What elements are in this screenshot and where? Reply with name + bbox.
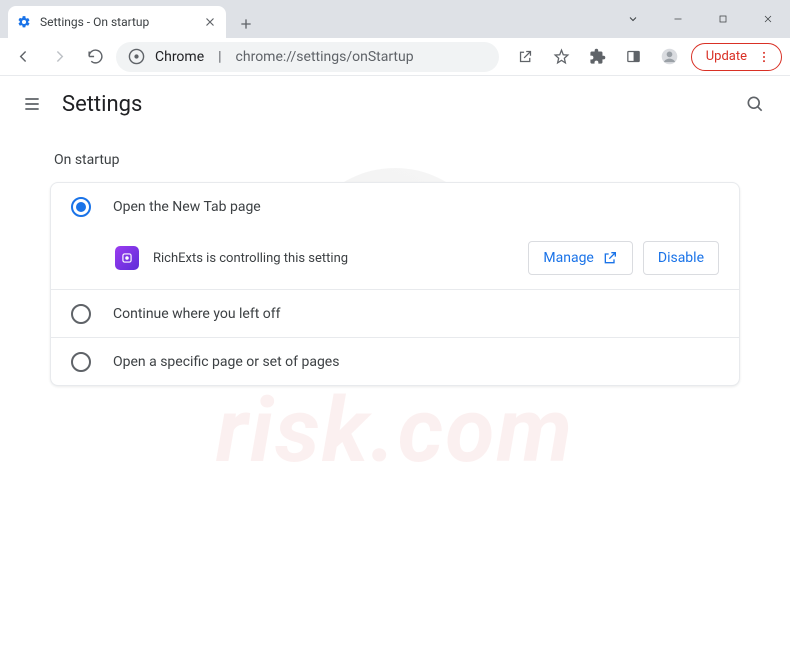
omnibox-separator: | [218, 49, 221, 65]
tab-title: Settings - On startup [40, 15, 194, 29]
menu-dots-icon [757, 50, 771, 64]
extensions-icon[interactable] [583, 42, 613, 72]
omnibox-path: chrome://settings/onStartup [236, 49, 414, 65]
new-tab-button[interactable] [232, 10, 260, 38]
option-continue[interactable]: Continue where you left off [51, 289, 739, 337]
disable-label: Disable [658, 250, 704, 266]
option-label: Continue where you left off [113, 306, 281, 322]
minimize-button[interactable] [655, 4, 700, 34]
reload-button[interactable] [80, 42, 110, 72]
disable-button[interactable]: Disable [643, 241, 719, 275]
settings-header: Settings [0, 76, 790, 132]
extension-app-icon [115, 246, 139, 270]
window-titlebar: Settings - On startup [0, 0, 790, 38]
option-new-tab[interactable]: Open the New Tab page [51, 183, 739, 231]
update-button[interactable]: Update [691, 43, 782, 71]
back-button[interactable] [8, 42, 38, 72]
side-panel-icon[interactable] [619, 42, 649, 72]
maximize-button[interactable] [700, 4, 745, 34]
page-title: Settings [62, 92, 142, 117]
settings-content: On startup Open the New Tab page RichExt… [0, 132, 790, 406]
section-title: On startup [50, 152, 740, 168]
omnibox-host: Chrome [155, 49, 204, 65]
startup-options-card: Open the New Tab page RichExts is contro… [50, 182, 740, 386]
controller-message: RichExts is controlling this setting [153, 251, 514, 266]
gear-icon [16, 14, 32, 30]
forward-button[interactable] [44, 42, 74, 72]
manage-button[interactable]: Manage [528, 241, 632, 275]
update-label: Update [706, 49, 747, 64]
close-tab-button[interactable] [202, 14, 218, 30]
site-info-icon[interactable] [128, 48, 145, 65]
radio-icon[interactable] [71, 304, 91, 324]
window-controls [610, 0, 790, 38]
option-specific-pages[interactable]: Open a specific page or set of pages [51, 337, 739, 385]
radio-selected-icon[interactable] [71, 197, 91, 217]
tab-search-button[interactable] [610, 4, 655, 34]
profile-icon[interactable] [655, 42, 685, 72]
address-bar[interactable]: Chrome | chrome://settings/onStartup [116, 42, 499, 72]
browser-tab[interactable]: Settings - On startup [8, 6, 226, 38]
extension-controller-notice: RichExts is controlling this setting Man… [51, 231, 739, 289]
manage-label: Manage [543, 250, 593, 266]
external-link-icon [602, 250, 618, 266]
menu-button[interactable] [20, 92, 44, 116]
radio-icon[interactable] [71, 352, 91, 372]
browser-toolbar: Chrome | chrome://settings/onStartup Upd… [0, 38, 790, 76]
share-icon[interactable] [511, 42, 541, 72]
option-label: Open a specific page or set of pages [113, 354, 339, 370]
close-window-button[interactable] [745, 4, 790, 34]
option-label: Open the New Tab page [113, 199, 261, 215]
search-button[interactable] [740, 89, 770, 119]
bookmark-icon[interactable] [547, 42, 577, 72]
